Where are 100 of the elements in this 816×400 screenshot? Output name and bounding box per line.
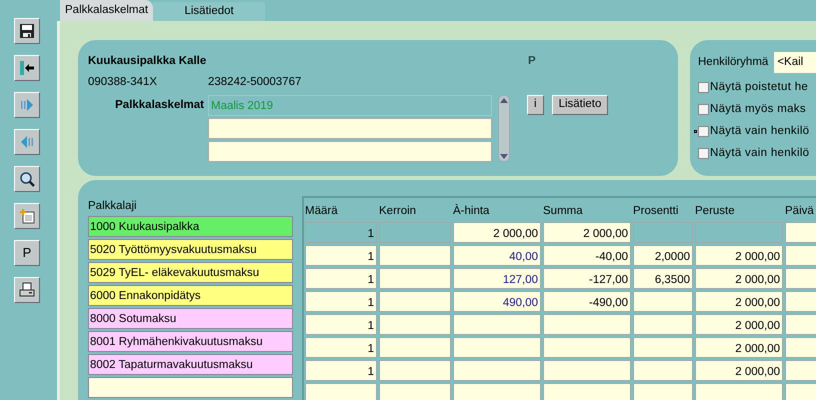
table-cell[interactable] [633,360,693,381]
column-header: Prosentti [633,204,680,220]
previous-arrow-icon [19,134,35,150]
wage-type-field[interactable]: 5020 Työttömyysvakuutusmaksu [88,239,293,260]
wage-type-field[interactable] [88,377,293,398]
group-dropdown[interactable]: <Kail [774,52,816,74]
table-cell[interactable]: 1 [305,360,377,381]
table-cell[interactable] [379,291,451,312]
checkbox[interactable] [698,104,709,116]
table-cell[interactable] [305,383,377,400]
table-cell[interactable]: 1 [305,268,377,289]
table-cell[interactable] [379,314,451,335]
column-header: Summa [543,204,584,220]
scroll-up-icon[interactable] [500,98,508,102]
search-button[interactable] [14,166,40,192]
table-cell[interactable] [633,383,693,400]
wage-type-field[interactable]: 8001 Ryhmähenkivakuutusmaksu [88,331,293,352]
checkbox[interactable] [698,148,709,160]
payslips-label: Palkkalaskelmat [114,98,205,112]
table-cell[interactable]: 2,0000 [633,245,693,266]
table-cell[interactable] [379,360,451,381]
table-cell[interactable]: 6,3500 [633,268,693,289]
checkbox[interactable] [698,126,709,138]
table-cell[interactable] [379,383,451,400]
column-header: Päivä [785,204,815,220]
table-cell[interactable]: -40,00 [543,245,631,266]
status-label: P [528,54,536,69]
table-cell[interactable] [543,360,631,381]
table-cell[interactable] [379,268,451,289]
table-cell[interactable]: 2 000,00 [695,268,783,289]
personal-id: 090388-341X [88,75,158,90]
table-cell[interactable]: 127,00 [453,268,541,289]
payslip-field[interactable] [208,140,492,162]
table-cell[interactable] [633,337,693,358]
checkbox[interactable] [698,82,709,94]
table-cell[interactable] [379,337,451,358]
account-number: 238242-50003767 [208,75,302,90]
table-cell[interactable] [633,291,693,312]
new-document-icon [19,208,35,224]
wage-type-field[interactable]: 6000 Ennakonpidätys [88,285,293,306]
table-cell[interactable] [543,314,631,335]
option-label: Näytä vain henkilö [710,146,810,162]
column-header: Kerroin [379,204,418,220]
option-label: Näytä poistetut he [710,80,808,96]
table-cell[interactable]: 1 [305,245,377,266]
table-cell[interactable]: 2 000,00 [695,360,783,381]
table-cell[interactable] [379,245,451,266]
table-cell[interactable]: 1 [305,337,377,358]
table-cell[interactable]: 2 000,00 [695,337,783,358]
table-cell[interactable]: 2 000,00 [543,222,631,243]
option-label: Näytä myös maks [710,102,806,118]
wage-type-field[interactable]: 8002 Tapaturmavakuutusmaksu [88,354,293,375]
p-button[interactable]: P [14,240,40,266]
column-header: Määrä [305,204,339,220]
next-arrow-icon [19,97,35,113]
table-cell[interactable] [453,337,541,358]
new-button[interactable] [14,203,40,229]
table-cell[interactable] [633,314,693,335]
payslip-field[interactable] [208,118,492,138]
tab[interactable]: Lisätiedot [153,2,266,21]
scroll-down-icon[interactable] [500,154,508,158]
table-cell: 1 [305,222,377,243]
save-icon [19,23,35,39]
table-cell[interactable] [695,383,783,400]
scrollbar[interactable] [498,94,510,162]
table-cell[interactable]: 2 000,00 [695,291,783,312]
table-cell[interactable] [543,337,631,358]
table-cell[interactable]: 2 000,00 [695,314,783,335]
wage-types-label: Palkkalaji [88,199,138,214]
option-label: Näytä vain henkilö [710,124,810,140]
tab[interactable]: Palkkalaskelmat [60,0,154,21]
table-cell[interactable]: -127,00 [543,268,631,289]
table-cell[interactable]: 2 000,00 [695,245,783,266]
more-info-button[interactable]: Lisätieto [552,94,608,114]
table-cell[interactable]: 2 000,00 [453,222,541,243]
table-cell[interactable] [453,314,541,335]
previous-button[interactable] [14,129,40,155]
table-cell[interactable]: 40,00 [453,245,541,266]
wage-type-field[interactable]: 8000 Sotumaksu [88,308,293,329]
door-arrow-icon [19,60,35,76]
next-button[interactable] [14,92,40,118]
wage-type-field[interactable]: 5029 TyEL- eläkevakuutusmaksu [88,262,293,283]
column-header: Peruste [695,204,736,220]
table-cell[interactable]: -490,00 [543,291,631,312]
table-cell[interactable] [453,360,541,381]
info-button[interactable]: i [527,94,544,114]
wage-type-field[interactable]: 1000 Kuukausipalkka [88,216,293,237]
save-button[interactable] [14,18,40,44]
table-cell[interactable]: 1 [305,314,377,335]
print-button[interactable] [14,277,40,303]
column-header: À-hinta [453,203,490,220]
table-cell[interactable]: 1 [305,291,377,312]
printer-icon [19,282,35,298]
group-label: Henkilöryhmä [698,55,768,70]
employee-name: Kuukausipalkka Kalle [88,54,208,69]
table-cell[interactable] [453,383,541,400]
exit-button[interactable] [14,55,40,81]
table-cell[interactable] [543,383,631,400]
table-cell[interactable]: 490,00 [453,291,541,312]
search-icon [19,171,35,187]
